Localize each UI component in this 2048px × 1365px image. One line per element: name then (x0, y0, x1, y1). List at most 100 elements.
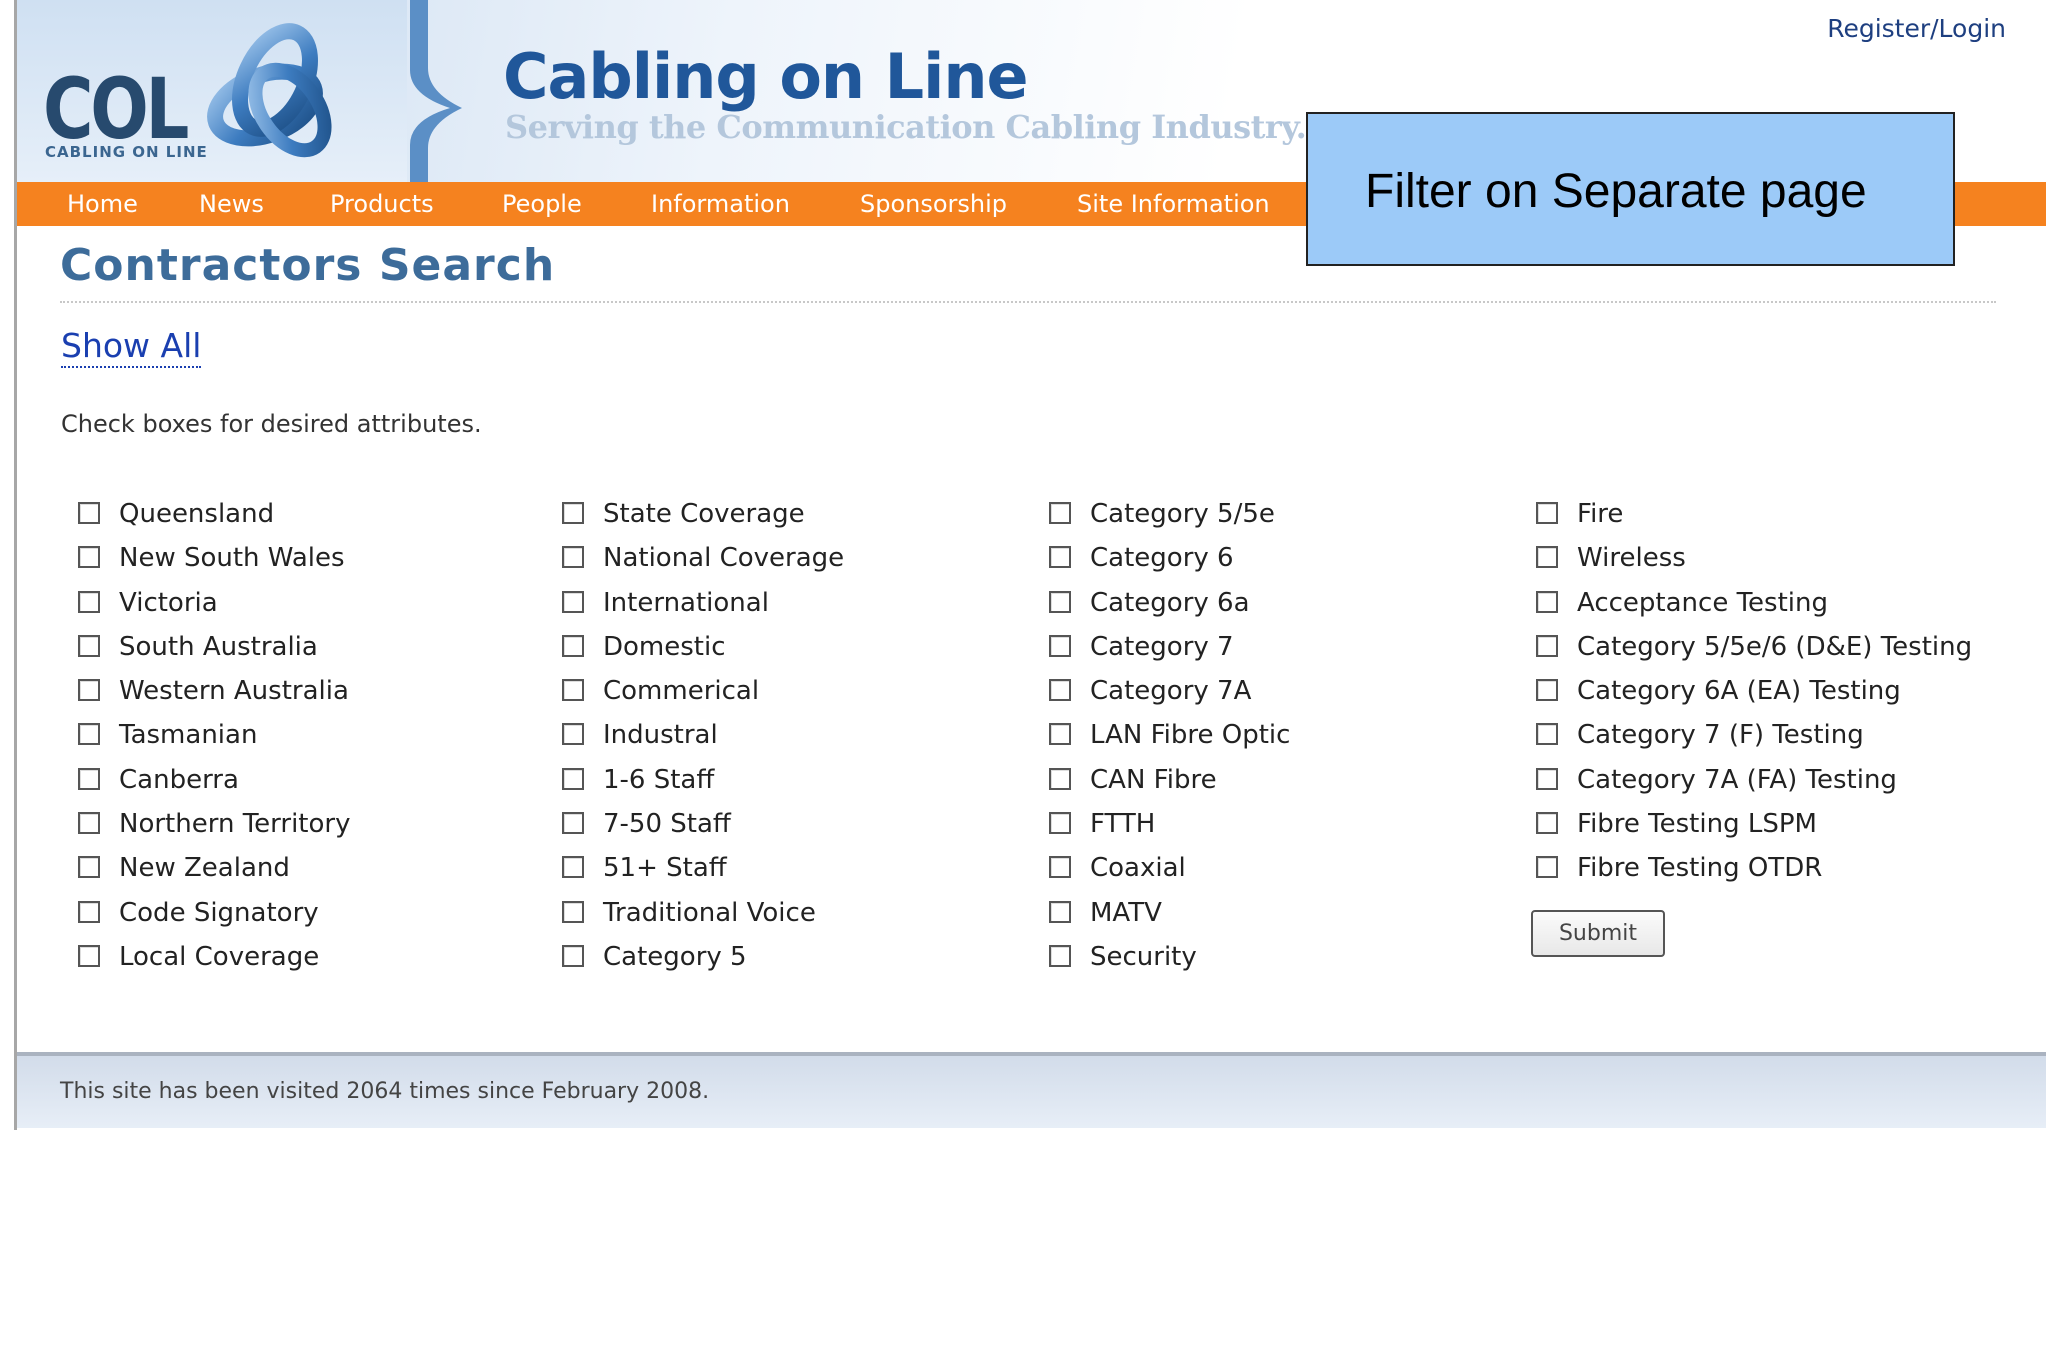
attribute-checkbox[interactable] (1049, 767, 1071, 790)
nav-news[interactable]: News (199, 190, 264, 218)
attribute-label: 1-6 Staff (603, 764, 715, 795)
nav-products[interactable]: Products (330, 190, 434, 218)
attribute-checkbox[interactable] (1049, 590, 1071, 613)
nav-people[interactable]: People (502, 190, 582, 218)
attribute-checkbox[interactable] (1536, 723, 1558, 746)
attribute-label: South Australia (119, 631, 318, 662)
logo[interactable]: COL CABLING ON LINE (17, 0, 407, 182)
attribute-label: MATV (1090, 897, 1162, 928)
attribute-checkbox[interactable] (562, 502, 584, 524)
title-divider (60, 301, 1996, 303)
attribute-checkbox[interactable] (78, 546, 100, 569)
submit-button[interactable]: Submit (1531, 910, 1665, 957)
attribute-label: 51+ Staff (603, 853, 727, 884)
attribute-checkbox[interactable] (1049, 856, 1071, 879)
nav-site-information[interactable]: Site Information (1077, 190, 1270, 218)
attribute-label: FTTH (1090, 809, 1156, 840)
attribute-checkbox[interactable] (562, 900, 584, 923)
attribute-label: Fibre Testing OTDR (1577, 853, 1823, 884)
attribute-label: Code Signatory (119, 897, 319, 928)
attribute-label: 7-50 Staff (603, 809, 731, 840)
show-all-link[interactable]: Show All (61, 326, 202, 368)
attribute-label: Category 7A (1090, 676, 1252, 707)
attribute-checkbox[interactable] (562, 944, 584, 967)
attribute-checkbox[interactable] (1536, 634, 1558, 657)
visit-counter-text: This site has been visited 2064 times si… (60, 1079, 710, 1104)
attribute-label: Traditional Voice (603, 897, 816, 928)
attribute-checkbox[interactable] (1536, 590, 1558, 613)
attribute-label: Victoria (119, 587, 218, 618)
annotation-callout: Filter on Separate page (1306, 112, 1955, 266)
attribute-checkbox[interactable] (78, 590, 100, 613)
attribute-checkbox[interactable] (1049, 679, 1071, 702)
attribute-label: National Coverage (603, 543, 845, 574)
attribute-checkbox[interactable] (562, 546, 584, 569)
attribute-checkbox[interactable] (562, 856, 584, 879)
browser-page: COL CABLING ON LINE Cabling on Line Serv… (14, 0, 2046, 1130)
attribute-label: Fire (1577, 499, 1624, 529)
attribute-checkbox[interactable] (1049, 812, 1071, 835)
attribute-label: Category 6a (1090, 587, 1250, 618)
attribute-checkbox[interactable] (78, 856, 100, 879)
attribute-label: Fibre Testing LSPM (1577, 809, 1817, 840)
site-title: Cabling on Line (503, 40, 1029, 113)
site-footer: This site has been visited 2064 times si… (17, 1052, 2046, 1128)
callout-text: Filter on Separate page (1365, 165, 1867, 218)
attribute-checkbox[interactable] (1049, 900, 1071, 923)
attribute-label: Category 5 (603, 941, 747, 972)
attribute-label: New Zealand (119, 853, 290, 884)
attribute-label: Category 6 (1090, 543, 1234, 574)
logo-subtext: CABLING ON LINE (45, 143, 208, 161)
attribute-checkbox[interactable] (562, 812, 584, 835)
attribute-label: New South Wales (119, 543, 345, 574)
attribute-checkbox[interactable] (1049, 546, 1071, 569)
nav-home[interactable]: Home (67, 190, 138, 218)
nav-information[interactable]: Information (651, 190, 790, 218)
attribute-label: Northern Territory (119, 809, 351, 840)
attribute-checkbox[interactable] (1536, 856, 1558, 879)
attribute-checkbox[interactable] (562, 723, 584, 746)
attribute-checkbox[interactable] (78, 634, 100, 657)
attribute-checkbox[interactable] (1536, 502, 1558, 524)
nav-sponsorship[interactable]: Sponsorship (860, 190, 1007, 218)
attribute-checkbox[interactable] (78, 944, 100, 967)
instructions-text: Check boxes for desired attributes. (61, 410, 482, 438)
attribute-checkbox[interactable] (1536, 812, 1558, 835)
attribute-checkbox[interactable] (78, 723, 100, 746)
attribute-label: Category 7 (1090, 631, 1234, 662)
attribute-checkbox[interactable] (562, 590, 584, 613)
attribute-label: Local Coverage (119, 941, 320, 972)
attribute-label: Coaxial (1090, 853, 1186, 884)
attribute-label: Domestic (603, 631, 726, 662)
attribute-label: State Coverage (603, 499, 805, 529)
attribute-label: Industral (603, 720, 718, 751)
attribute-checkbox[interactable] (1049, 723, 1071, 746)
attribute-label: CAN Fibre (1090, 764, 1217, 795)
attribute-checkbox[interactable] (78, 767, 100, 790)
attribute-checkbox[interactable] (1536, 767, 1558, 790)
knot-logo-icon (207, 23, 332, 158)
attribute-label: Acceptance Testing (1577, 587, 1828, 618)
attribute-checkbox[interactable] (562, 634, 584, 657)
attribute-label: Category 6A (EA) Testing (1577, 676, 1901, 707)
attribute-checkbox[interactable] (1049, 944, 1071, 967)
attribute-checkbox[interactable] (78, 812, 100, 835)
attribute-checkbox[interactable] (78, 900, 100, 923)
attribute-checkbox[interactable] (1049, 502, 1071, 524)
attribute-label: Category 7 (F) Testing (1577, 720, 1864, 751)
attribute-label: Wireless (1577, 543, 1686, 574)
attribute-label: Security (1090, 941, 1197, 972)
attribute-checkbox[interactable] (562, 767, 584, 790)
attribute-checkbox[interactable] (78, 502, 100, 524)
attribute-label: Category 5/5e/6 (D&E) Testing (1577, 631, 1973, 662)
attribute-label: International (603, 587, 769, 618)
register-login-link[interactable]: Register/Login (1827, 14, 2006, 43)
attribute-checkbox[interactable] (1049, 634, 1071, 657)
attribute-checkbox[interactable] (1536, 546, 1558, 569)
attribute-checkbox[interactable] (562, 679, 584, 702)
page-title: Contractors Search (60, 240, 556, 291)
attribute-checkbox[interactable] (78, 679, 100, 702)
attribute-checkbox[interactable] (1536, 679, 1558, 702)
site-tagline: Serving the Communication Cabling Indust… (505, 108, 1307, 146)
brace-divider-icon (410, 0, 462, 182)
